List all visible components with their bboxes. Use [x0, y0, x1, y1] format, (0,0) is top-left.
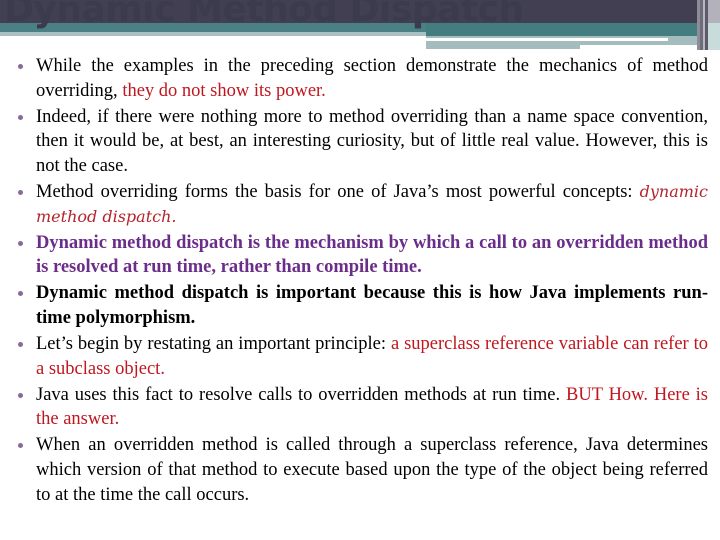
bullet-item: Let’s begin by restating an important pr…	[0, 332, 720, 381]
bullet-item: Java uses this fact to resolve calls to …	[0, 383, 720, 432]
bullet-icon	[18, 64, 23, 69]
bullet-text: Dynamic method dispatch is the mechanism…	[36, 232, 708, 278]
bullet-text: Java uses this fact to resolve calls to …	[36, 384, 567, 405]
bullet-item: Dynamic method dispatch is the mechanism…	[0, 231, 720, 280]
bullet-item: Dynamic method dispatch is important bec…	[0, 281, 720, 330]
bullet-icon	[18, 114, 23, 120]
header-accent-line	[426, 38, 668, 41]
bullet-icon	[18, 240, 23, 246]
bullet-icon	[18, 342, 23, 348]
header-band-pale	[0, 32, 430, 36]
bullet-item: Indeed, if there were nothing more to me…	[0, 105, 720, 179]
bullet-emphasis: they do not show its power.	[122, 80, 326, 101]
bullet-text: When an overridden method is called thro…	[36, 435, 708, 505]
bullet-item: Method overriding forms the basis for on…	[0, 180, 720, 229]
slide-body: While the examples in the preceding sect…	[0, 54, 720, 509]
slide: Dynamic Method Dispatch While the exampl…	[0, 0, 720, 540]
slide-title: Dynamic Method Dispatch	[4, 0, 524, 30]
bullet-text: Let’s begin by restating an important pr…	[36, 334, 391, 355]
bullet-icon	[18, 291, 23, 297]
header-stripe	[708, 23, 720, 50]
bullet-text: Indeed, if there were nothing more to me…	[36, 106, 708, 176]
bullet-icon	[18, 189, 23, 195]
bullet-icon	[18, 392, 23, 398]
header-accent-notch	[580, 45, 700, 50]
bullet-icon	[18, 443, 23, 449]
bullet-item: When an overridden method is called thro…	[0, 433, 720, 507]
bullet-item: While the examples in the preceding sect…	[0, 54, 720, 103]
bullet-text: Dynamic method dispatch is important bec…	[36, 283, 708, 328]
bullet-text: Method overriding forms the basis for on…	[36, 181, 640, 202]
bullet-list: While the examples in the preceding sect…	[0, 54, 720, 507]
